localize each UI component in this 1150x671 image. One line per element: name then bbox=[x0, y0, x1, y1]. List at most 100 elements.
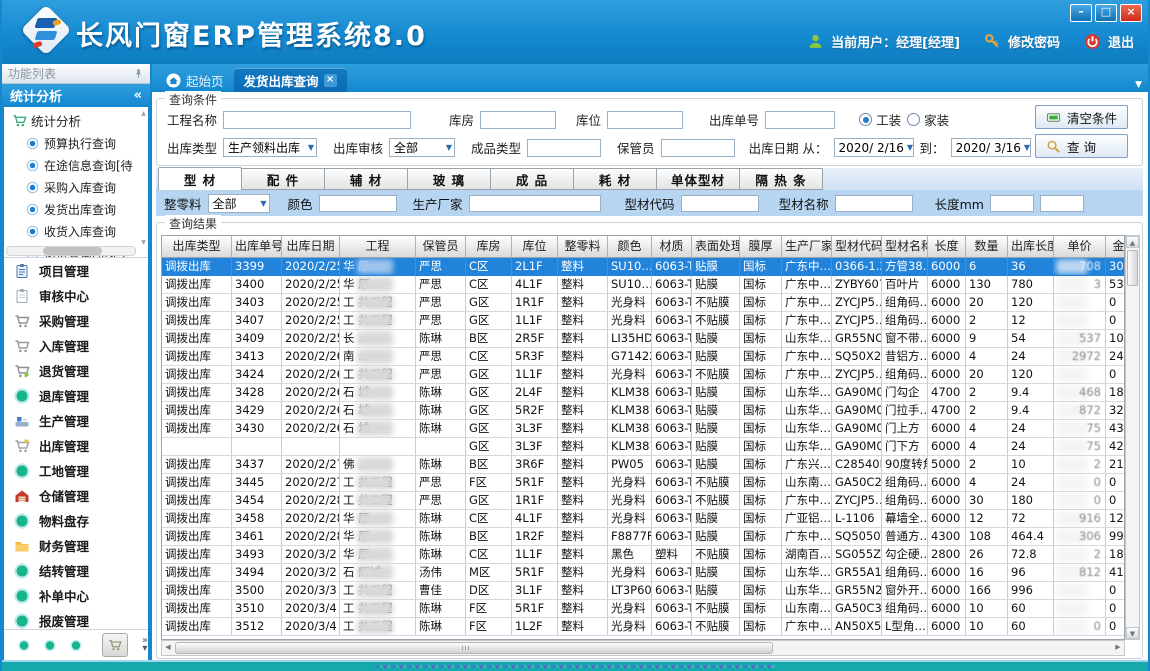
pin-icon[interactable] bbox=[133, 68, 144, 79]
table-row[interactable]: 调拨出库33992020/2/25华 原…严思C区2L1F整料SU10…6063… bbox=[162, 258, 1124, 276]
project-name-input[interactable] bbox=[223, 111, 411, 129]
table-row[interactable]: 调拨出库34132020/2/26南 …严思C区5R3F整料G714226063… bbox=[162, 348, 1124, 366]
tree-vertical-scrollbar[interactable]: ▲ ▼ bbox=[139, 109, 148, 247]
collapse-icon[interactable]: « bbox=[134, 88, 142, 103]
tab-发货出库查询[interactable]: 发货出库查询× bbox=[234, 68, 347, 92]
tree-root-stats[interactable]: 统计分析 bbox=[4, 107, 148, 132]
table-row[interactable]: 调拨出库34302020/2/26石 城陈琳G区3L3F整料KLM3817606… bbox=[162, 420, 1124, 438]
order-no-input[interactable] bbox=[765, 111, 835, 129]
table-row[interactable]: 调拨出库34242020/2/26工 共工程严思G区1L1F整料光身料6063-… bbox=[162, 366, 1124, 384]
profile-name-input[interactable] bbox=[835, 195, 913, 212]
sidebar-item-退库管理[interactable]: 退库管理 bbox=[4, 383, 148, 408]
table-row[interactable]: 调拨出库34002020/2/25华 原…严思C区4L1F整料SU10…6063… bbox=[162, 276, 1124, 294]
scroll-up-icon[interactable]: ▲ bbox=[1126, 236, 1139, 248]
grid-horizontal-scrollbar[interactable]: ◀ ▶ bbox=[161, 640, 1125, 656]
column-header-出库长度[interactable]: 出库长度 bbox=[1008, 236, 1054, 257]
column-header-整零料[interactable]: 整零料 bbox=[558, 236, 608, 257]
clear-conditions-button[interactable]: 清空条件 bbox=[1035, 105, 1128, 129]
table-row[interactable]: 调拨出库34582020/2/28华 原…陈琳C区4L1F整料光身料6063-T… bbox=[162, 510, 1124, 528]
tree-item[interactable]: 收货入库查询 bbox=[4, 220, 148, 242]
length-from-input[interactable] bbox=[990, 195, 1034, 212]
sidebar-item-采购管理[interactable]: 采购管理 bbox=[4, 308, 148, 333]
product-type-input[interactable] bbox=[527, 139, 601, 157]
minimize-button[interactable]: – bbox=[1070, 4, 1092, 22]
material-tab-耗材[interactable]: 耗 材 bbox=[574, 168, 657, 190]
sidebar-item-审核中心[interactable]: 审核中心 bbox=[4, 283, 148, 308]
scroll-left-icon[interactable]: ◀ bbox=[162, 641, 174, 655]
table-row[interactable]: 调拨出库34282020/2/26石 城陈琳G区2L4F整料KLM3817606… bbox=[162, 384, 1124, 402]
column-header-颜色[interactable]: 颜色 bbox=[608, 236, 652, 257]
sidebar-item-补单中心[interactable]: 补单中心 bbox=[4, 583, 148, 608]
tree-item[interactable]: 采购入库查询 bbox=[4, 176, 148, 198]
logout-button[interactable]: 退出 bbox=[1108, 32, 1134, 51]
sidebar-item-工地管理[interactable]: 工地管理 bbox=[4, 458, 148, 483]
material-tab-玻璃[interactable]: 玻 璃 bbox=[408, 168, 491, 190]
column-header-单价[interactable]: 单价 bbox=[1054, 236, 1106, 257]
material-tab-隔热条[interactable]: 隔 热 条 bbox=[740, 168, 823, 190]
outbound-audit-select[interactable]: 全部▼ bbox=[389, 138, 455, 157]
column-header-生产厂家[interactable]: 生产厂家 bbox=[782, 236, 832, 257]
material-tab-配件[interactable]: 配 件 bbox=[242, 168, 325, 190]
sidebar-item-生产管理[interactable]: 生产管理 bbox=[4, 408, 148, 433]
sidebar-item-物料盘存[interactable]: 物料盘存 bbox=[4, 508, 148, 533]
tree-item[interactable]: 在途信息查询[待 bbox=[4, 154, 148, 176]
scrollbar-thumb[interactable] bbox=[175, 642, 773, 654]
scrollbar-thumb[interactable] bbox=[43, 247, 102, 255]
column-header-表面处理[interactable]: 表面处理 bbox=[692, 236, 740, 257]
table-row[interactable]: 调拨出库35002020/3/3工 共工程曹佳D区3L1F整料LT3P60606… bbox=[162, 582, 1124, 600]
sidebar-item-入库管理[interactable]: 入库管理 bbox=[4, 333, 148, 358]
table-row[interactable]: 调拨出库34932020/3/2华 原…陈琳C区1L1F整料黑色塑料不贴膜国标湖… bbox=[162, 546, 1124, 564]
tree-item[interactable]: 预算执行查询 bbox=[4, 132, 148, 154]
column-header-出库单号[interactable]: 出库单号 bbox=[232, 236, 282, 257]
column-header-库房[interactable]: 库房 bbox=[466, 236, 512, 257]
radio-jiazhuang[interactable]: 家装 bbox=[907, 110, 949, 129]
table-row[interactable]: 调拨出库34372020/2/27佛 …陈琳B区3R6F整料PW056063-T… bbox=[162, 456, 1124, 474]
color-input[interactable] bbox=[319, 195, 397, 212]
outbound-type-select[interactable]: 生产领料出库▼ bbox=[223, 138, 317, 157]
green-circle-icon[interactable] bbox=[18, 639, 30, 652]
tab-close-icon[interactable]: × bbox=[324, 74, 337, 87]
table-row[interactable]: 调拨出库34942020/3/2石 辉城汤伟M区5R1F整料光身料6063-T5… bbox=[162, 564, 1124, 582]
date-to-picker[interactable]: 2020/ 3/16▼ bbox=[951, 138, 1031, 157]
column-header-出库日期[interactable]: 出库日期 bbox=[282, 236, 340, 257]
tab-起始页[interactable]: 起始页 bbox=[156, 68, 234, 92]
maximize-button[interactable]: □ bbox=[1095, 4, 1117, 22]
column-header-长度[interactable]: 长度 bbox=[928, 236, 966, 257]
column-header-数量[interactable]: 数量 bbox=[966, 236, 1008, 257]
table-row[interactable]: 调拨出库34092020/2/25长 …陈琳B区2R5F整料LI35HD6063… bbox=[162, 330, 1124, 348]
column-header-金[interactable]: 金 bbox=[1106, 236, 1125, 257]
change-password-button[interactable]: 修改密码 bbox=[1008, 32, 1060, 51]
location-input[interactable] bbox=[607, 111, 683, 129]
scroll-down-icon[interactable]: ▼ bbox=[139, 238, 148, 247]
sidebar-item-报废管理[interactable]: 报废管理 bbox=[4, 608, 148, 629]
scroll-down-icon[interactable]: ▼ bbox=[1126, 627, 1139, 639]
radio-gongzhuang[interactable]: 工装 bbox=[859, 110, 901, 129]
scroll-up-icon[interactable]: ▲ bbox=[139, 109, 148, 118]
column-header-型材代码[interactable]: 型材代码 bbox=[832, 236, 882, 257]
column-header-型材名称[interactable]: 型材名称 bbox=[882, 236, 928, 257]
cart-shortcut-button[interactable] bbox=[102, 633, 128, 657]
table-row[interactable]: 调拨出库34452020/2/27工 共工程严思F区5R1F整料光身料6063-… bbox=[162, 474, 1124, 492]
sidebar-item-退货管理[interactable]: 退货管理 bbox=[4, 358, 148, 383]
table-row[interactable]: 调拨出库34072020/2/25工 共工程严思G区1L1F整料光身料6063-… bbox=[162, 312, 1124, 330]
column-header-工程[interactable]: 工程 bbox=[340, 236, 416, 257]
material-tab-辅材[interactable]: 辅 材 bbox=[325, 168, 408, 190]
table-row[interactable]: 调拨出库35122020/3/4工 共工程陈琳F区1L2F整料光身料6063-T… bbox=[162, 618, 1124, 636]
material-tab-型材[interactable]: 型 材 bbox=[158, 167, 242, 190]
grid-vertical-scrollbar[interactable]: ▲ ▼ bbox=[1125, 235, 1140, 640]
table-row[interactable]: G区3L3F整料KLM38176063-T5贴膜国标山东华…GA90M09…门下… bbox=[162, 438, 1124, 456]
sidebar-item-出库管理[interactable]: 出库管理 bbox=[4, 433, 148, 458]
table-row[interactable]: 调拨出库34292020/2/26石 城陈琳G区5R2F整料KLM3817606… bbox=[162, 402, 1124, 420]
length-to-input[interactable] bbox=[1040, 195, 1084, 212]
table-row[interactable]: 调拨出库34542020/2/28工 共工程严思G区1R1F整料光身料6063-… bbox=[162, 492, 1124, 510]
profile-code-input[interactable] bbox=[681, 195, 759, 212]
scrollbar-thumb[interactable] bbox=[1127, 250, 1138, 286]
tree-item[interactable]: 发货出库查询 bbox=[4, 198, 148, 220]
search-button[interactable]: 查 询 bbox=[1035, 134, 1128, 158]
column-header-材质[interactable]: 材质 bbox=[652, 236, 692, 257]
table-row[interactable]: 调拨出库34612020/2/28华 原…陈琳B区1R2F整料F8877FT60… bbox=[162, 528, 1124, 546]
green-circle-icon[interactable] bbox=[70, 639, 82, 652]
column-header-出库类型[interactable]: 出库类型 bbox=[162, 236, 232, 257]
tree-horizontal-scrollbar[interactable] bbox=[6, 246, 136, 256]
sidebar-item-仓储管理[interactable]: 仓储管理 bbox=[4, 483, 148, 508]
